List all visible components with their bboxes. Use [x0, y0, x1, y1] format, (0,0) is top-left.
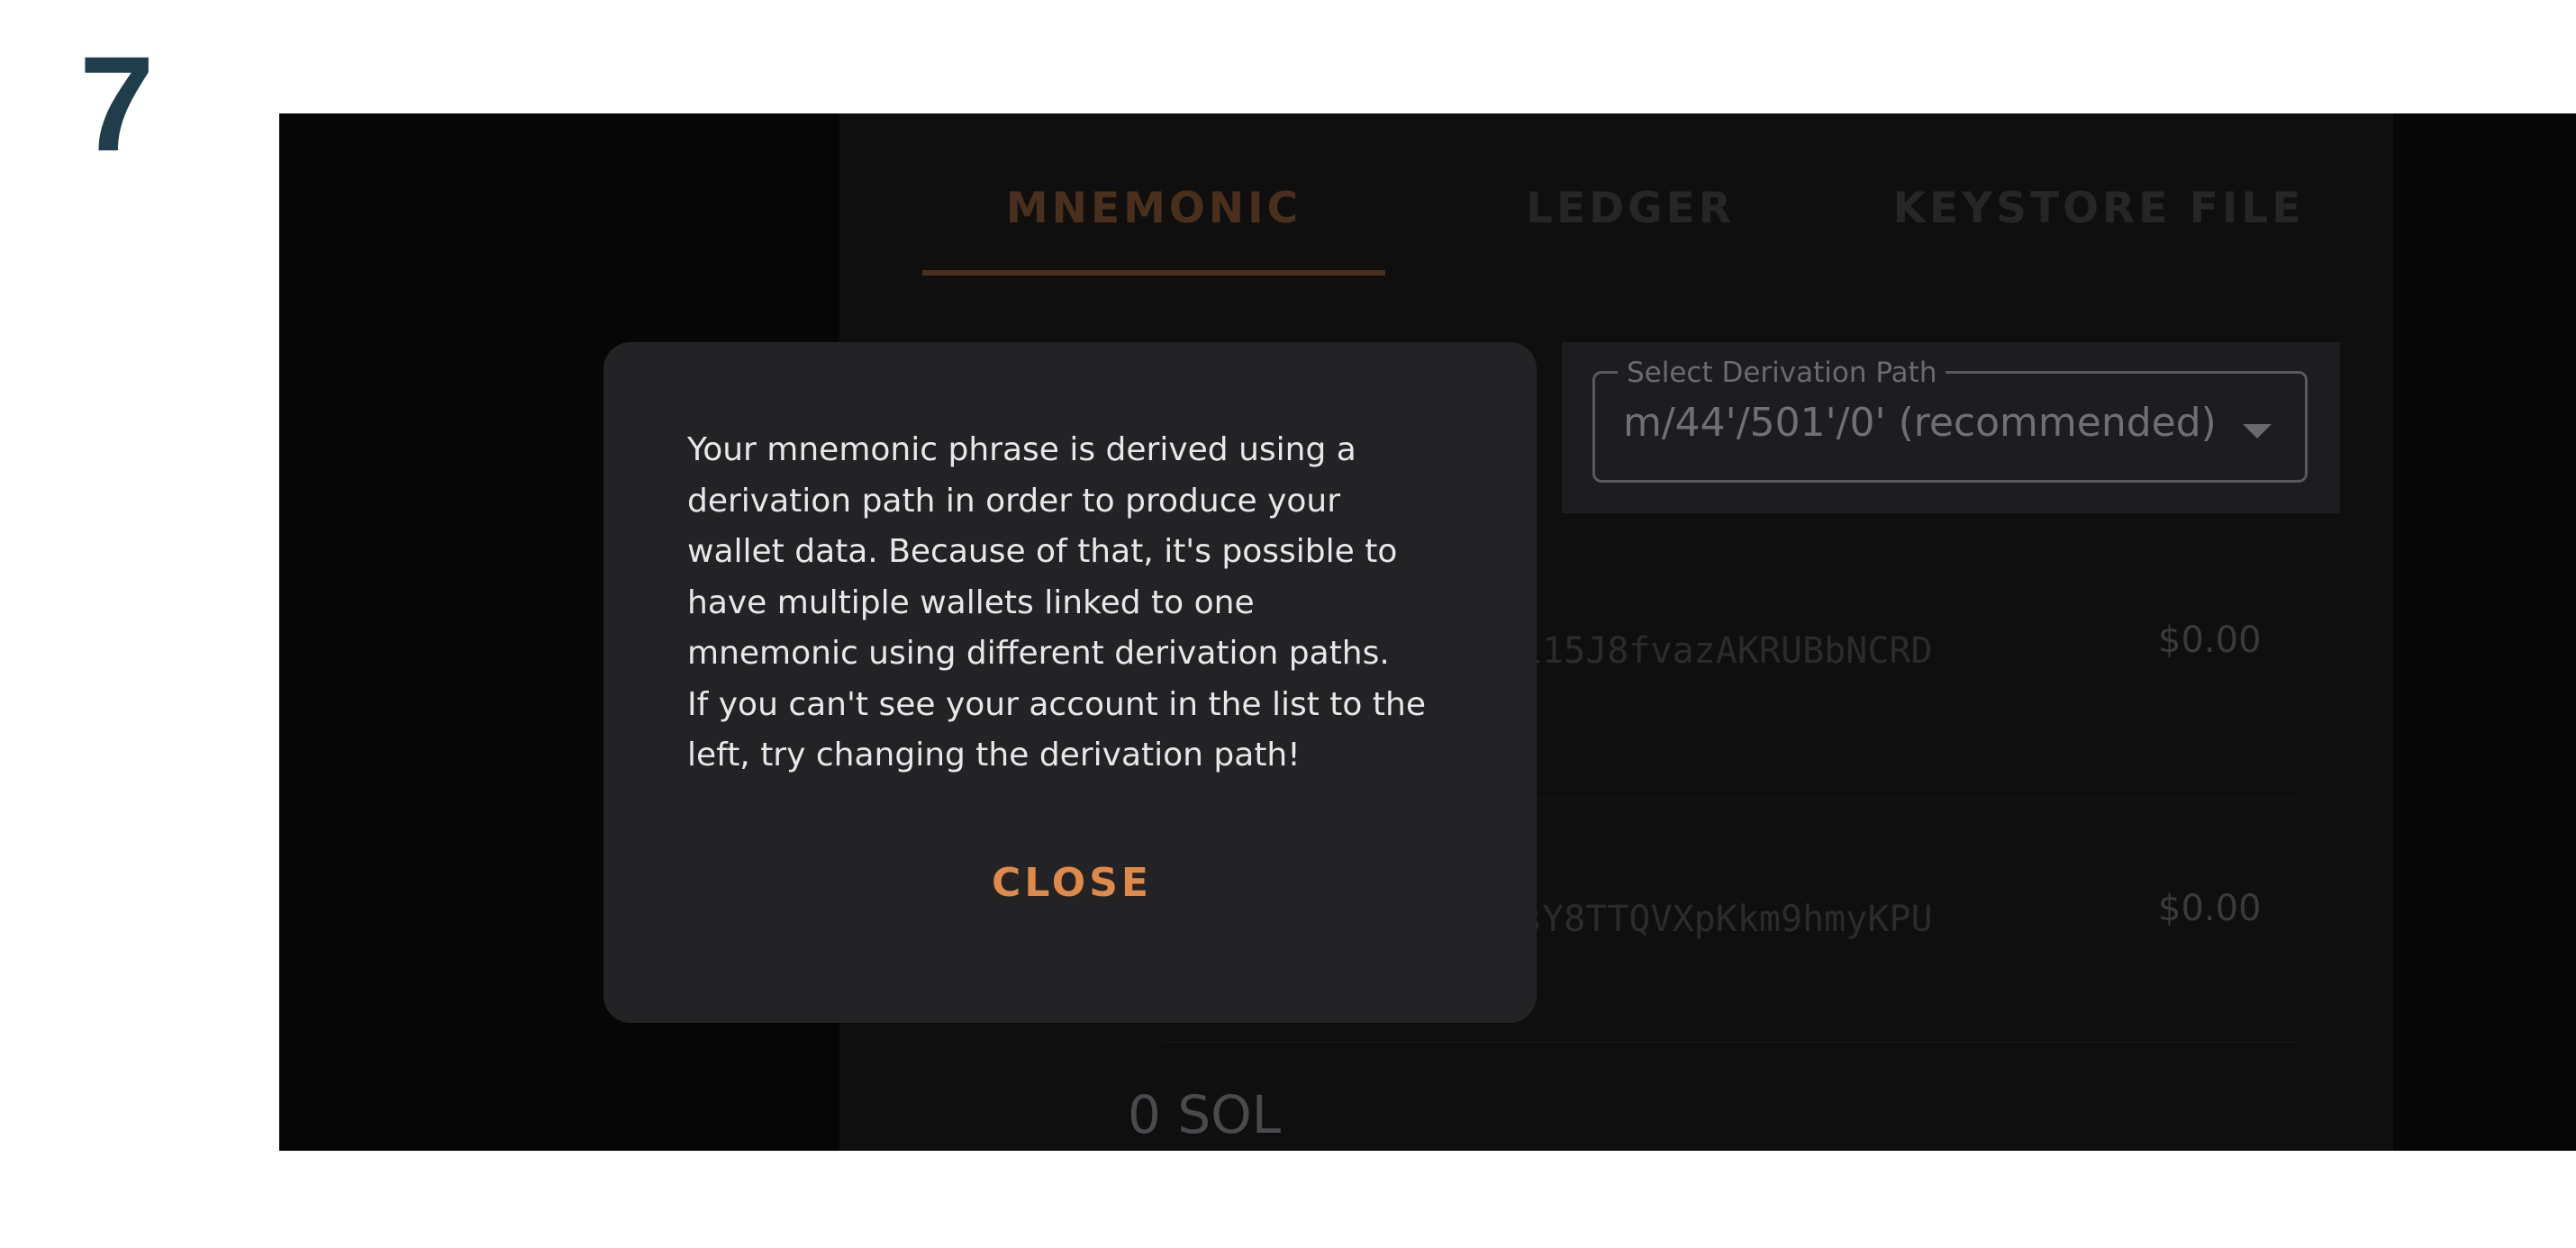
- account-address[interactable]: sY8TTQVXpKkm9hmyKPU: [1520, 899, 1933, 940]
- dialog-message-line: left, try changing the derivation path!: [687, 737, 1301, 773]
- tab-mnemonic[interactable]: MNEMONIC: [922, 184, 1385, 249]
- dialog-message: Your mnemonic phrase is derived using a …: [687, 425, 1471, 782]
- account-divider: [1162, 1041, 2297, 1043]
- step-number: 7: [79, 28, 155, 179]
- derivation-path-label: Select Derivation Path: [1618, 357, 1946, 389]
- derivation-info-dialog: Your mnemonic phrase is derived using a …: [603, 342, 1537, 1023]
- account-address[interactable]: i15J8fvazAKRUBbNCRD: [1520, 630, 1933, 672]
- chevron-down-icon[interactable]: [2243, 424, 2272, 439]
- wallet-screenshot: MNEMONIC LEDGER KEYSTORE FILE Select Der…: [279, 113, 2576, 1151]
- dialog-message-line: derivation path in order to produce your: [687, 482, 1341, 520]
- dialog-message-line: wallet data. Because of that, it's possi…: [687, 533, 1398, 570]
- tab-ledger[interactable]: LEDGER: [1468, 184, 1792, 249]
- account-balance: $0.00: [2158, 619, 2262, 661]
- total-balance: 0 SOL: [1128, 1084, 1282, 1145]
- dialog-message-line: have multiple wallets linked to one: [687, 583, 1255, 621]
- derivation-path-value[interactable]: m/44'/501'/0' (recommended): [1623, 400, 2217, 446]
- tab-keystore-file[interactable]: KEYSTORE FILE: [1882, 184, 2315, 249]
- dialog-message-line: Your mnemonic phrase is derived using a: [687, 431, 1356, 468]
- account-balance: $0.00: [2158, 888, 2262, 929]
- dialog-message-line: If you can't see your account in the lis…: [687, 685, 1426, 723]
- active-tab-indicator: [922, 270, 1385, 276]
- close-button[interactable]: CLOSE: [946, 846, 1198, 918]
- dialog-message-line: mnemonic using different derivation path…: [687, 635, 1390, 672]
